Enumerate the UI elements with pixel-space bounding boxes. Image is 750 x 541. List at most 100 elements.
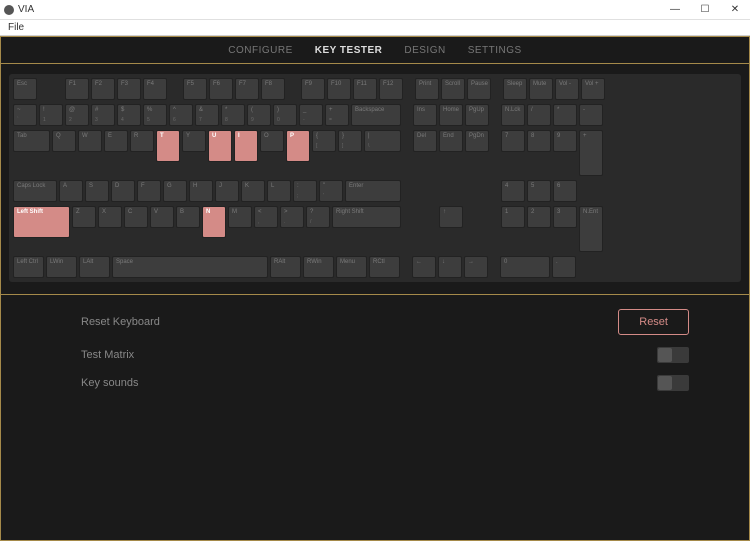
key-mute[interactable]: Mute <box>529 78 553 100</box>
key-9[interactable]: (9 <box>247 104 271 126</box>
key-o[interactable]: O <box>260 130 284 152</box>
key-np1[interactable]: 1 <box>501 206 525 228</box>
key-x[interactable]: X <box>98 206 122 228</box>
key-right-win[interactable]: RWin <box>303 256 334 278</box>
key-left-win[interactable]: LWin <box>46 256 77 278</box>
key-space[interactable]: Space <box>112 256 268 278</box>
key-m[interactable]: M <box>228 206 252 228</box>
key-3[interactable]: #3 <box>91 104 115 126</box>
key-f9[interactable]: F9 <box>301 78 325 100</box>
key-left-ctrl[interactable]: Left Ctrl <box>13 256 44 278</box>
key-esc[interactable]: Esc <box>13 78 37 100</box>
key-np-plus[interactable]: + <box>579 130 603 176</box>
key-right-shift[interactable]: Right Shift <box>332 206 401 228</box>
key-equals[interactable]: += <box>325 104 349 126</box>
key-f7[interactable]: F7 <box>235 78 259 100</box>
key-right-alt[interactable]: RAlt <box>270 256 301 278</box>
key-k[interactable]: K <box>241 180 265 202</box>
key-np4[interactable]: 4 <box>501 180 525 202</box>
key-comma[interactable]: <, <box>254 206 278 228</box>
key-f2[interactable]: F2 <box>91 78 115 100</box>
key-0[interactable]: )0 <box>273 104 297 126</box>
key-right-ctrl[interactable]: RCtl <box>369 256 400 278</box>
key-sleep[interactable]: Sleep <box>503 78 527 100</box>
key-f1[interactable]: F1 <box>65 78 89 100</box>
key-n[interactable]: N <box>202 206 226 238</box>
key-menu[interactable]: Menu <box>336 256 367 278</box>
key-f6[interactable]: F6 <box>209 78 233 100</box>
key-6[interactable]: ^6 <box>169 104 193 126</box>
key-period[interactable]: >. <box>280 206 304 228</box>
key-y[interactable]: Y <box>182 130 206 152</box>
tab-configure[interactable]: CONFIGURE <box>228 45 293 56</box>
key-end[interactable]: End <box>439 130 463 152</box>
key-f4[interactable]: F4 <box>143 78 167 100</box>
key-np-multiply[interactable]: * <box>553 104 577 126</box>
key-np6[interactable]: 6 <box>553 180 577 202</box>
key-l[interactable]: L <box>267 180 291 202</box>
key-pgdn[interactable]: PgDn <box>465 130 489 152</box>
key-f12[interactable]: F12 <box>379 78 403 100</box>
key-pause[interactable]: Pause <box>467 78 491 100</box>
key-ins[interactable]: Ins <box>413 104 437 126</box>
key-capslock[interactable]: Caps Lock <box>13 180 57 202</box>
key-print[interactable]: Print <box>415 78 439 100</box>
menu-file[interactable]: File <box>4 22 28 33</box>
key-np0[interactable]: 0 <box>500 256 550 278</box>
key-r[interactable]: R <box>130 130 154 152</box>
key-f10[interactable]: F10 <box>327 78 351 100</box>
key-j[interactable]: J <box>215 180 239 202</box>
key-del[interactable]: Del <box>413 130 437 152</box>
tab-settings[interactable]: SETTINGS <box>468 45 522 56</box>
key-numlock[interactable]: N.Lck <box>501 104 525 126</box>
key-np8[interactable]: 8 <box>527 130 551 152</box>
key-vol-up[interactable]: Vol + <box>581 78 605 100</box>
key-np2[interactable]: 2 <box>527 206 551 228</box>
key-backslash[interactable]: |\ <box>364 130 401 152</box>
key-backtick[interactable]: ~` <box>13 104 37 126</box>
tab-key-tester[interactable]: KEY TESTER <box>315 45 383 56</box>
tab-design[interactable]: DESIGN <box>404 45 445 56</box>
key-vol-down[interactable]: Vol - <box>555 78 579 100</box>
key-g[interactable]: G <box>163 180 187 202</box>
key-f5[interactable]: F5 <box>183 78 207 100</box>
key-enter[interactable]: Enter <box>345 180 401 202</box>
key-semicolon[interactable]: :; <box>293 180 317 202</box>
key-left-alt[interactable]: LAlt <box>79 256 110 278</box>
key-1[interactable]: !1 <box>39 104 63 126</box>
key-f11[interactable]: F11 <box>353 78 377 100</box>
key-e[interactable]: E <box>104 130 128 152</box>
key-pgup[interactable]: PgUp <box>465 104 489 126</box>
minimize-button[interactable]: — <box>660 1 690 19</box>
key-u[interactable]: U <box>208 130 232 162</box>
reset-button[interactable]: Reset <box>618 309 689 335</box>
key-w[interactable]: W <box>78 130 102 152</box>
key-s[interactable]: S <box>85 180 109 202</box>
key-4[interactable]: $4 <box>117 104 141 126</box>
key-a[interactable]: A <box>59 180 83 202</box>
key-backspace[interactable]: Backspace <box>351 104 401 126</box>
key-f[interactable]: F <box>137 180 161 202</box>
key-scroll[interactable]: Scroll <box>441 78 465 100</box>
key-h[interactable]: H <box>189 180 213 202</box>
key-np3[interactable]: 3 <box>553 206 577 228</box>
key-np-divide[interactable]: / <box>527 104 551 126</box>
key-np9[interactable]: 9 <box>553 130 577 152</box>
key-slash[interactable]: ?/ <box>306 206 330 228</box>
key-minus[interactable]: _- <box>299 104 323 126</box>
key-v[interactable]: V <box>150 206 174 228</box>
key-f8[interactable]: F8 <box>261 78 285 100</box>
key-7[interactable]: &7 <box>195 104 219 126</box>
key-left-shift[interactable]: Left Shift <box>13 206 70 238</box>
key-c[interactable]: C <box>124 206 148 228</box>
key-np-dot[interactable]: . <box>552 256 576 278</box>
key-np-minus[interactable]: - <box>579 104 603 126</box>
key-np-enter[interactable]: N.Ent <box>579 206 603 252</box>
test-matrix-toggle[interactable] <box>657 347 689 363</box>
key-q[interactable]: Q <box>52 130 76 152</box>
key-tab[interactable]: Tab <box>13 130 50 152</box>
key-down[interactable]: ↓ <box>438 256 462 278</box>
maximize-button[interactable]: ☐ <box>690 1 720 19</box>
key-d[interactable]: D <box>111 180 135 202</box>
key-lbracket[interactable]: {[ <box>312 130 336 152</box>
